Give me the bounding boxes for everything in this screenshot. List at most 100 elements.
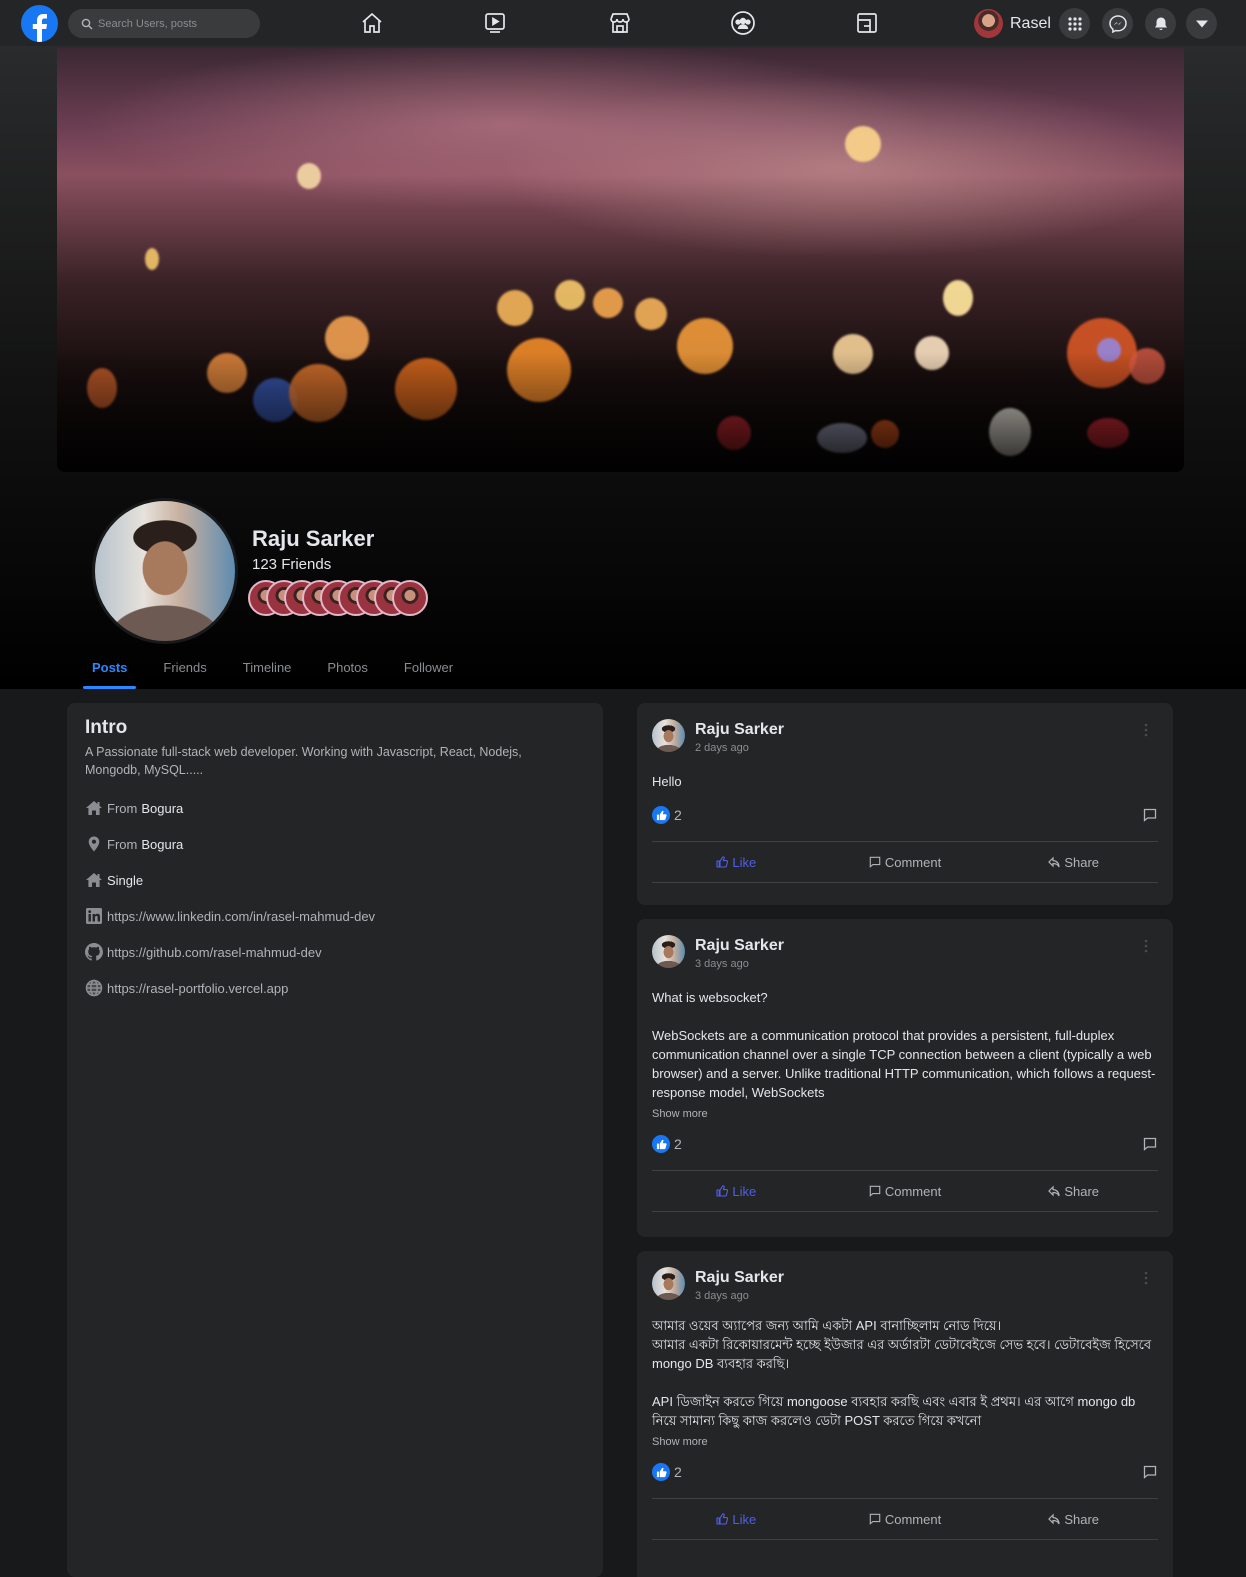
profile-tabs: Posts Friends Timeline Photos Follower (82, 652, 489, 689)
post-timestamp: 3 days ago (695, 958, 749, 970)
share-button[interactable]: Share (989, 1499, 1158, 1539)
home-icon (85, 871, 103, 889)
share-icon (1048, 1513, 1060, 1525)
share-button[interactable]: Share (989, 842, 1158, 882)
avatar[interactable] (652, 1267, 685, 1300)
watch-video-icon[interactable] (482, 10, 508, 36)
post-header: Raju Sarker 3 days ago (652, 935, 1157, 970)
thumbs-up-icon (652, 1135, 670, 1153)
post-card: Raju Sarker 3 days ago আমার ওয়েব অ্যাপে… (637, 1251, 1173, 1577)
messenger-icon (1108, 14, 1127, 33)
post-actions: Like Comment Share (652, 1170, 1158, 1212)
profile-picture[interactable] (92, 498, 238, 644)
current-user-chip[interactable]: Rasel (974, 9, 1051, 38)
like-count[interactable]: 2 (652, 806, 682, 824)
post-text: আমার ওয়েব অ্যাপের জন্য আমি একটা API বান… (652, 1318, 1152, 1428)
thumbs-up-outline-icon (716, 1513, 729, 1525)
home-icon (85, 799, 103, 817)
like-button[interactable]: Like (652, 842, 821, 882)
thumbs-up-outline-icon (716, 856, 729, 868)
avatar[interactable] (652, 935, 685, 968)
tab-friends[interactable]: Friends (163, 652, 206, 689)
intro-item-relationship: Single (85, 871, 585, 889)
intro-item-hometown: From Bogura (85, 799, 585, 817)
intro-item-website[interactable]: https://rasel-portfolio.vercel.app (85, 979, 585, 997)
caret-down-icon (1195, 20, 1208, 27)
messenger-button[interactable] (1102, 8, 1133, 39)
intro-details: From Bogura From Bogura Single https://w… (85, 799, 585, 997)
comment-icon (869, 856, 881, 868)
thumbs-up-outline-icon (716, 1185, 729, 1197)
comment-icon[interactable] (1143, 1137, 1157, 1151)
more-options-icon[interactable] (1143, 1271, 1149, 1285)
thumbs-up-icon (652, 1463, 670, 1481)
tab-timeline[interactable]: Timeline (243, 652, 292, 689)
post-author[interactable]: Raju Sarker (695, 1268, 784, 1288)
post-actions: Like Comment Share (652, 841, 1158, 883)
current-user-name: Rasel (1010, 14, 1051, 32)
like-count[interactable]: 2 (652, 1135, 682, 1153)
comment-icon[interactable] (1143, 1465, 1157, 1479)
comment-icon[interactable] (1143, 808, 1157, 822)
like-button[interactable]: Like (652, 1171, 821, 1211)
location-pin-icon (85, 835, 103, 853)
comment-icon (869, 1513, 881, 1525)
show-more-link[interactable]: Show more (652, 1108, 1157, 1120)
more-options-icon[interactable] (1143, 723, 1149, 737)
profile-name: Raju Sarker (252, 526, 375, 551)
intro-title: Intro (85, 717, 128, 738)
comment-button[interactable]: Comment (821, 1499, 990, 1539)
tab-photos[interactable]: Photos (327, 652, 367, 689)
post-text: Hello (652, 774, 682, 789)
bell-icon (1154, 17, 1167, 30)
like-count[interactable]: 2 (652, 1463, 682, 1481)
comment-icon (869, 1185, 881, 1197)
post-header: Raju Sarker 2 days ago (652, 719, 1157, 754)
intro-item-linkedin[interactable]: https://www.linkedin.com/in/rasel-mahmud… (85, 907, 585, 925)
search-bar[interactable] (68, 9, 260, 38)
search-input[interactable] (98, 17, 248, 30)
tab-follower[interactable]: Follower (404, 652, 453, 689)
facebook-logo-icon[interactable] (21, 5, 58, 42)
gaming-icon[interactable] (854, 10, 880, 36)
top-navbar: Rasel (0, 0, 1246, 46)
show-more-link[interactable]: Show more (652, 1436, 1157, 1448)
avatar[interactable] (652, 719, 685, 752)
thumbs-up-icon (652, 806, 670, 824)
share-button[interactable]: Share (989, 1171, 1158, 1211)
friend-avatar[interactable] (392, 580, 428, 616)
comment-button[interactable]: Comment (821, 1171, 990, 1211)
post-card: Raju Sarker 2 days ago Hello 2 Like Comm… (637, 703, 1173, 905)
share-icon (1048, 856, 1060, 868)
post-author[interactable]: Raju Sarker (695, 720, 784, 740)
more-options-icon[interactable] (1143, 939, 1149, 953)
comment-button[interactable]: Comment (821, 842, 990, 882)
intro-card: Intro A Passionate full-stack web develo… (67, 703, 603, 1577)
intro-item-location: From Bogura (85, 835, 585, 853)
post-card: Raju Sarker 3 days ago What is websocket… (637, 919, 1173, 1237)
linkedin-icon (85, 907, 103, 925)
share-icon (1048, 1185, 1060, 1197)
notifications-button[interactable] (1145, 8, 1176, 39)
grid-menu-icon (1067, 16, 1082, 31)
home-nav-icon[interactable] (359, 10, 385, 36)
post-timestamp: 2 days ago (695, 742, 749, 754)
avatar (974, 9, 1003, 38)
post-header: Raju Sarker 3 days ago (652, 1267, 1157, 1302)
account-dropdown-button[interactable] (1186, 8, 1217, 39)
like-button[interactable]: Like (652, 1499, 821, 1539)
intro-item-github[interactable]: https://github.com/rasel-mahmud-dev (85, 943, 585, 961)
menu-grid-button[interactable] (1059, 8, 1090, 39)
post-stats: 2 (652, 805, 1157, 825)
github-icon (85, 943, 103, 961)
search-icon (81, 18, 93, 29)
marketplace-icon[interactable] (607, 10, 633, 36)
post-actions: Like Comment Share (652, 1498, 1158, 1540)
post-stats: 2 (652, 1462, 1157, 1482)
groups-icon[interactable] (730, 10, 756, 36)
intro-bio: A Passionate full-stack web developer. W… (85, 745, 522, 777)
post-author[interactable]: Raju Sarker (695, 936, 784, 956)
tab-posts[interactable]: Posts (82, 652, 137, 689)
cover-photo (57, 48, 1184, 472)
friends-count[interactable]: 123 Friends (252, 556, 331, 573)
